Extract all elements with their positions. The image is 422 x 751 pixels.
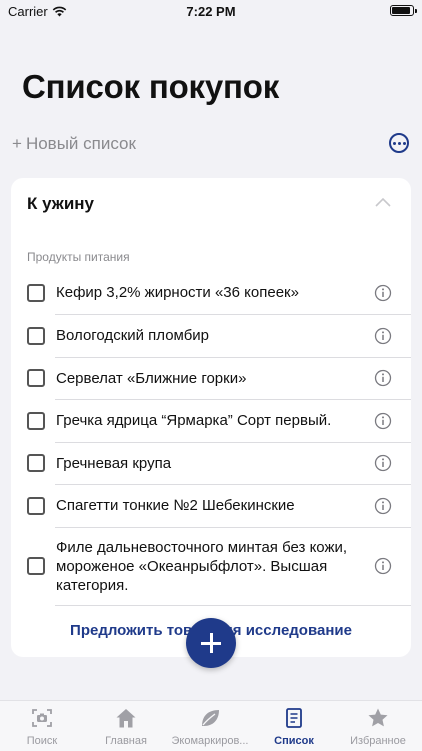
- item-label: Филе дальневосточного минтая без кожи, м…: [56, 538, 348, 594]
- info-icon[interactable]: [374, 369, 392, 387]
- info-icon[interactable]: [374, 557, 392, 575]
- star-icon: [368, 708, 388, 727]
- info-icon[interactable]: [374, 284, 392, 302]
- page-title: Список покупок: [22, 68, 280, 105]
- list-item: Спагетти тонкие №2 Шебекинские: [27, 485, 411, 528]
- item-checkbox[interactable]: [27, 411, 45, 430]
- tab-label: Главная: [105, 735, 147, 747]
- more-options-button[interactable]: [389, 133, 409, 153]
- info-icon[interactable]: [374, 497, 392, 515]
- item-checkbox[interactable]: [27, 369, 45, 387]
- status-bar: Carrier 7:22 PM: [0, 0, 422, 24]
- tab-bar: Поиск Главная Экомаркиров... Список Избр…: [0, 700, 422, 751]
- tab-favorites[interactable]: Избранное: [336, 701, 420, 751]
- item-checkbox[interactable]: [27, 496, 45, 515]
- list-item: Филе дальневосточного минтая без кожи, м…: [27, 528, 411, 606]
- battery-icon: [390, 5, 417, 16]
- camera-scan-icon: [32, 709, 52, 727]
- leaf-icon: [202, 710, 219, 726]
- list-doc-icon: [286, 708, 302, 728]
- tab-ecolabel[interactable]: Экомаркиров...: [168, 701, 252, 751]
- list-title: К ужину: [27, 194, 94, 213]
- item-label: Спагетти тонкие №2 Шебекинские: [56, 497, 295, 514]
- tab-label: Список: [274, 735, 314, 747]
- info-icon[interactable]: [374, 412, 392, 430]
- row-divider: [55, 605, 411, 606]
- list-item: Гречневая крупа: [27, 443, 411, 485]
- tab-label: Экомаркиров...: [171, 735, 249, 747]
- item-label: Гречка ядрица “Ярмарка” Сорт первый.: [56, 412, 332, 429]
- list-item: Сервелат «Ближние горки»: [27, 358, 411, 400]
- new-list-button[interactable]: + Новый список: [12, 134, 136, 154]
- tab-list[interactable]: Список: [252, 701, 336, 751]
- tab-label: Избранное: [350, 735, 406, 747]
- chevron-up-icon[interactable]: [373, 195, 393, 209]
- tab-label: Поиск: [26, 735, 58, 747]
- list-item: Кефир 3,2% жирности «36 копеек»: [27, 272, 411, 315]
- item-label: Кефир 3,2% жирности «36 копеек»: [56, 284, 299, 301]
- info-icon[interactable]: [374, 327, 392, 345]
- item-checkbox[interactable]: [27, 557, 45, 575]
- ellipsis-icon: [392, 141, 396, 145]
- list-item: Гречка ядрица “Ярмарка” Сорт первый.: [27, 400, 411, 443]
- item-checkbox[interactable]: [27, 326, 45, 345]
- item-label: Гречневая крупа: [56, 454, 172, 472]
- new-list-label: Новый список: [25, 134, 136, 153]
- home-icon: [116, 709, 136, 728]
- tab-search[interactable]: Поиск: [0, 701, 84, 751]
- clock: 7:22 PM: [186, 4, 236, 19]
- info-icon[interactable]: [374, 454, 392, 472]
- shopping-list-card: К ужину Продукты питания Кефир 3,2% жирн…: [11, 178, 411, 657]
- item-checkbox[interactable]: [27, 283, 45, 302]
- item-label: Сервелат «Ближние горки»: [56, 369, 247, 387]
- list-item: Вологодский пломбир: [27, 315, 411, 358]
- category-label: Продукты питания: [27, 250, 130, 264]
- item-label: Вологодский пломбир: [56, 327, 210, 344]
- item-checkbox[interactable]: [27, 454, 45, 472]
- add-item-button[interactable]: [186, 618, 236, 668]
- tab-home[interactable]: Главная: [84, 701, 168, 751]
- plus-icon: +: [12, 134, 22, 153]
